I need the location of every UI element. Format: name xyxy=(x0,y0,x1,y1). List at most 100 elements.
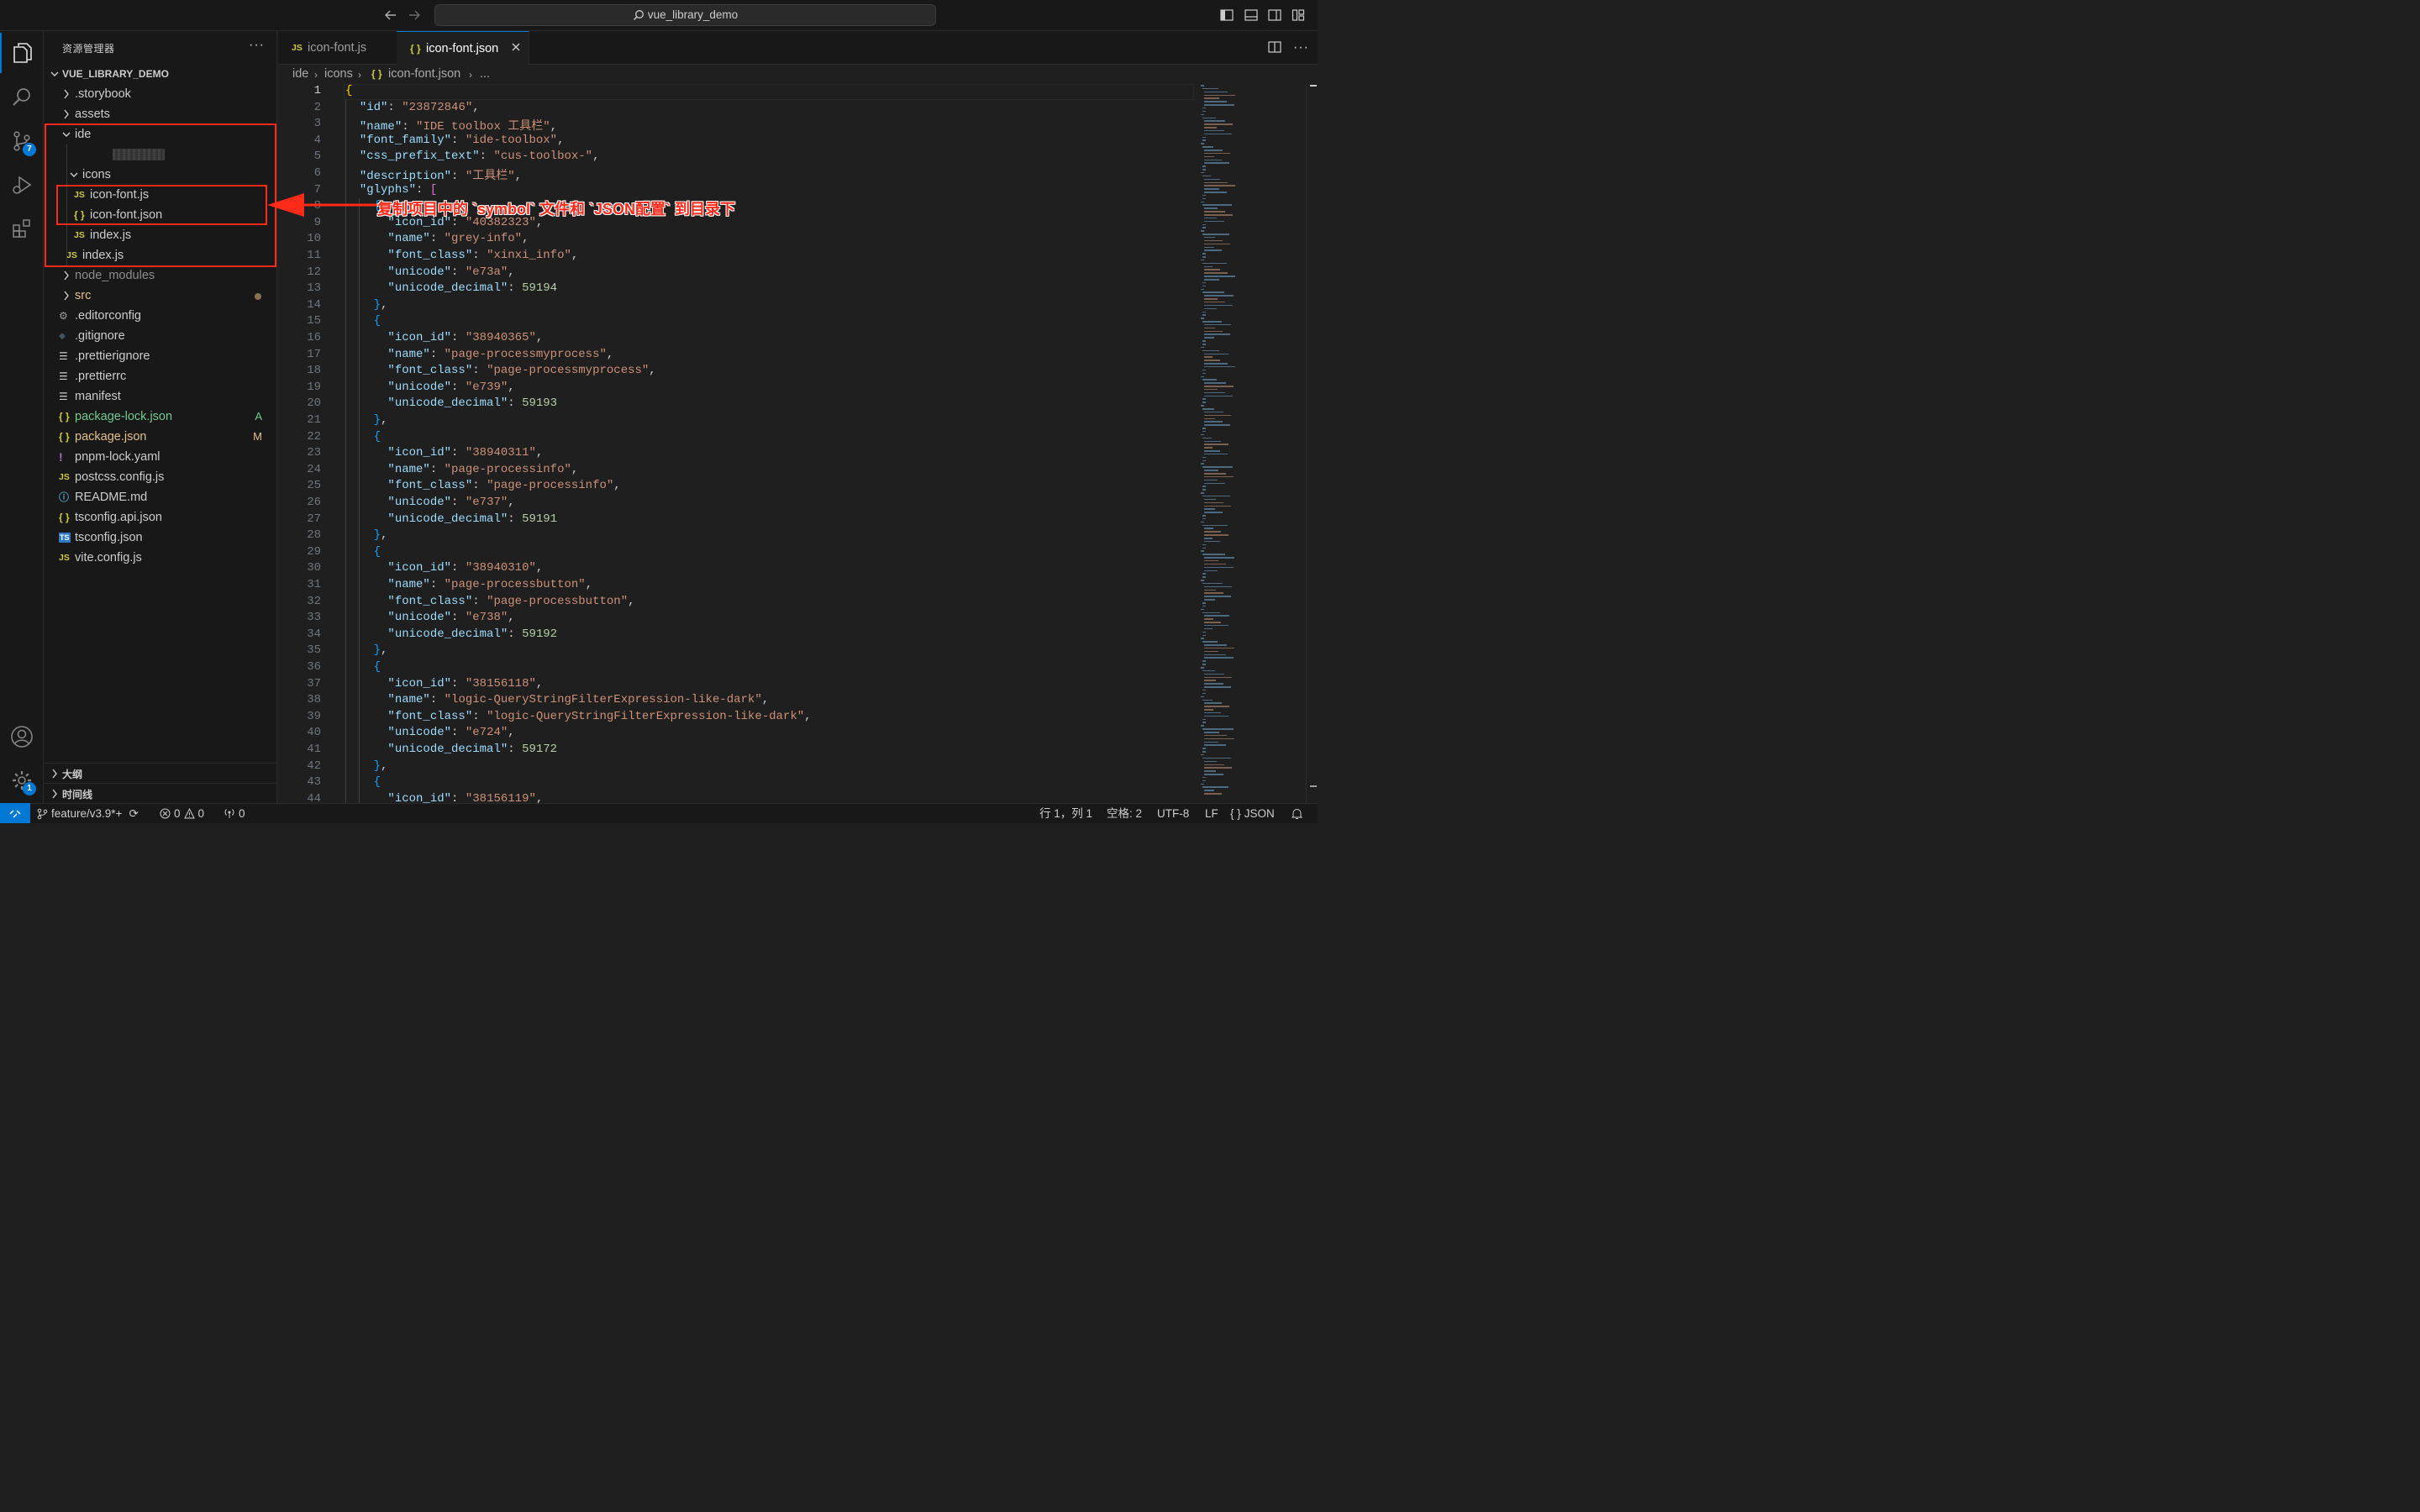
minimap-line xyxy=(1204,330,1223,333)
folder-item-assets[interactable]: assets xyxy=(44,104,277,124)
search-icon[interactable] xyxy=(0,77,44,118)
more-actions-icon[interactable]: ··· xyxy=(1293,40,1309,55)
minimap-line xyxy=(1204,473,1226,475)
explorer-icon[interactable] xyxy=(0,33,44,73)
file-item-manifest[interactable]: ☰ manifest xyxy=(44,386,277,407)
language-mode[interactable]: { } JSON xyxy=(1230,804,1275,823)
minimap-line xyxy=(1204,279,1219,281)
file-item-postcss-config-js[interactable]: JS postcss.config.js xyxy=(44,467,277,487)
file-item-package-json[interactable]: { } package.json M xyxy=(44,427,277,447)
line-number: 16 xyxy=(307,331,321,344)
toggle-primary-sidebar-icon[interactable] xyxy=(1220,8,1234,22)
file-name: node_modules xyxy=(75,269,155,282)
minimap-line xyxy=(1204,686,1231,688)
minimap-line xyxy=(1204,214,1233,216)
minimap-line xyxy=(1202,547,1206,549)
cursor-position[interactable]: 行 1，列 1 xyxy=(1039,804,1092,823)
chevron-right-icon xyxy=(50,788,59,802)
minimap-line xyxy=(1204,333,1230,335)
file-item-readme-md[interactable]: ⓘ README.md xyxy=(44,487,277,507)
json-file-icon: { } xyxy=(1230,807,1241,820)
minimap[interactable] xyxy=(1199,83,1308,803)
indentation[interactable]: 空格: 2 xyxy=(1107,804,1142,823)
line-number: 18 xyxy=(307,364,321,378)
project-section-header[interactable]: VUE_LIBRARY_DEMO xyxy=(44,66,277,84)
minimap-line xyxy=(1204,706,1229,707)
minimap-line xyxy=(1201,725,1204,727)
breadcrumb-item-file[interactable]: icon-font.json xyxy=(388,65,460,83)
tab-icon-font-js[interactable]: JS icon-font.js xyxy=(278,31,397,65)
customize-layout-icon[interactable] xyxy=(1292,8,1305,22)
back-arrow-icon[interactable] xyxy=(383,8,398,23)
code-line: "icon_id": "38940310", xyxy=(387,561,544,575)
file-item-tsconfig-api-json[interactable]: { } tsconfig.api.json xyxy=(44,507,277,528)
problems-indicator[interactable]: 0 0 xyxy=(160,804,204,823)
outline-section[interactable]: 大纲 xyxy=(44,763,277,783)
code-line: "font_class": "page-processbutton", xyxy=(387,594,635,608)
notifications-bell-icon[interactable] xyxy=(1292,804,1302,823)
file-item-prettierignore[interactable]: ☰ .prettierignore xyxy=(44,346,277,366)
file-item-prettierrc[interactable]: ☰ .prettierrc xyxy=(44,366,277,386)
chevron-down-icon xyxy=(50,68,59,82)
minimap-line xyxy=(1202,515,1206,517)
folder-item-storybook[interactable]: .storybook xyxy=(44,84,277,104)
minimap-line xyxy=(1204,159,1222,161)
minimap-line xyxy=(1204,512,1223,513)
accounts-icon[interactable] xyxy=(0,717,44,757)
minimap-line xyxy=(1202,340,1206,342)
broadcast-icon xyxy=(224,809,234,818)
encoding[interactable]: UTF-8 xyxy=(1157,804,1189,823)
file-item-pnpm-lock-yaml[interactable]: ! pnpm-lock.yaml xyxy=(44,447,277,467)
folder-item-node-modules[interactable]: node_modules xyxy=(44,265,277,286)
close-icon[interactable] xyxy=(511,32,521,66)
extensions-icon[interactable] xyxy=(0,208,44,249)
minimap-line xyxy=(1201,550,1204,552)
minimap-line xyxy=(1204,94,1235,97)
file-item-package-lock-json[interactable]: { } package-lock.json A xyxy=(44,407,277,427)
branch-indicator[interactable]: feature/v3.9*+ ⟳ xyxy=(37,804,139,823)
minimap-line xyxy=(1202,314,1206,316)
run-debug-icon[interactable] xyxy=(0,165,44,205)
ports-indicator[interactable]: 0 xyxy=(224,804,245,823)
breadcrumb-item-symbol[interactable]: ... xyxy=(480,65,490,83)
minimap-line xyxy=(1201,521,1204,523)
remote-indicator[interactable] xyxy=(0,803,30,823)
sync-icon[interactable]: ⟳ xyxy=(129,804,138,823)
file-item-tsconfig-json[interactable]: TS tsconfig.json xyxy=(44,528,277,548)
folder-item-src[interactable]: src xyxy=(44,286,277,306)
minimap-line xyxy=(1204,133,1232,135)
command-center-search[interactable]: vue_library_demo xyxy=(434,4,936,26)
breadcrumb-item-ide[interactable]: ide xyxy=(292,65,308,83)
split-editor-icon[interactable] xyxy=(1268,40,1281,56)
annotation-arrow-icon xyxy=(267,193,378,217)
settings-gear-icon[interactable]: 1 xyxy=(0,760,44,801)
minimap-line xyxy=(1204,391,1225,394)
file-name: .prettierrc xyxy=(75,370,127,383)
minimap-line xyxy=(1204,622,1221,623)
minimap-line xyxy=(1204,501,1223,504)
file-item-vite-config-js[interactable]: JS vite.config.js xyxy=(44,548,277,568)
breadcrumb-item-icons[interactable]: icons xyxy=(324,65,353,83)
code-editor[interactable]: 1234567891011121314151617181920212223242… xyxy=(278,83,1318,803)
line-number: 23 xyxy=(307,446,321,460)
timeline-section[interactable]: 时间线 xyxy=(44,783,277,803)
minimap-line xyxy=(1202,107,1206,109)
line-number: 2 xyxy=(313,100,321,114)
minimap-line xyxy=(1202,204,1232,206)
minimap-line xyxy=(1204,269,1220,270)
file-item-gitignore[interactable]: ◆ .gitignore xyxy=(44,326,277,346)
more-actions-icon[interactable]: ··· xyxy=(249,38,265,53)
tab-icon-font-json[interactable]: { } icon-font.json xyxy=(397,31,529,65)
toggle-secondary-sidebar-icon[interactable] xyxy=(1268,8,1281,22)
vertical-scrollbar[interactable] xyxy=(1306,83,1318,803)
file-item-editorconfig[interactable]: ⚙ .editorconfig xyxy=(44,306,277,326)
minimap-line xyxy=(1202,194,1206,197)
end-of-line[interactable]: LF xyxy=(1205,804,1218,823)
toggle-panel-icon[interactable] xyxy=(1244,8,1258,22)
current-line-highlight xyxy=(344,84,1194,100)
source-control-icon[interactable]: 7 xyxy=(0,121,44,161)
code-line: "css_prefix_text": "cus-toolbox-", xyxy=(359,150,600,164)
minimap-line xyxy=(1204,327,1215,329)
ts-file-icon: TS xyxy=(59,533,71,543)
forward-arrow-icon[interactable] xyxy=(407,8,422,23)
